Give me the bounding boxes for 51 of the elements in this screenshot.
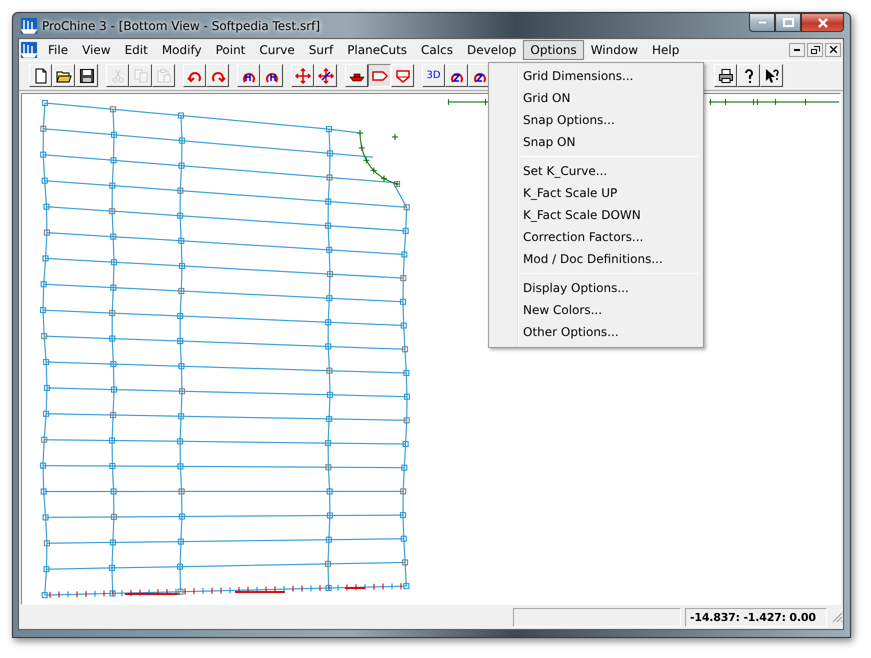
minimize-button[interactable] xyxy=(749,13,775,32)
close-button[interactable] xyxy=(825,42,841,56)
toolbar-button[interactable]: 3D xyxy=(422,64,445,87)
menu-option[interactable]: Grid Dimensions... xyxy=(491,65,701,87)
menu-item[interactable]: Calcs xyxy=(414,40,460,60)
four-way-arrow-icon xyxy=(294,68,310,84)
menu-item[interactable]: PlaneCuts xyxy=(340,40,414,60)
menu-option[interactable]: Other Options... xyxy=(491,321,701,343)
maximize-button[interactable] xyxy=(775,13,801,32)
menu-item[interactable]: Window xyxy=(584,40,646,60)
minimize-icon xyxy=(794,48,800,50)
menu-item[interactable]: Modify xyxy=(154,40,209,60)
document-logo-icon xyxy=(21,42,37,58)
clipboard-icon xyxy=(156,68,172,84)
close-icon xyxy=(830,46,836,53)
coordinates-readout: -14.837: -1.427: 0.00 xyxy=(685,608,827,626)
close-icon xyxy=(818,18,828,28)
menu-item[interactable]: Options xyxy=(523,40,584,60)
menu-option[interactable]: K_Fact Scale UP xyxy=(491,182,701,204)
minimize-button[interactable] xyxy=(789,42,805,56)
minimize-icon xyxy=(758,21,766,24)
menu-item[interactable]: Surf xyxy=(302,40,340,60)
maximize-icon xyxy=(782,18,794,27)
menu-item[interactable]: Edit xyxy=(118,40,155,60)
restore-icon xyxy=(810,46,820,54)
menu-option[interactable]: K_Fact Scale DOWN xyxy=(491,204,701,226)
menu-item[interactable]: File xyxy=(41,40,76,60)
four-way-arrow-icon xyxy=(318,68,334,84)
menu-option[interactable]: New Colors... xyxy=(491,299,701,321)
menu-item[interactable]: View xyxy=(75,40,118,60)
restore-button[interactable] xyxy=(807,42,823,56)
menu-item[interactable]: Develop xyxy=(460,40,524,60)
menu-item[interactable]: Point xyxy=(208,40,252,60)
scissors-icon xyxy=(110,68,126,84)
menu-item[interactable]: Curve xyxy=(252,40,302,60)
menu-option[interactable]: Snap Options... xyxy=(491,109,701,131)
copy-icon xyxy=(132,68,148,84)
menu-option[interactable]: Display Options... xyxy=(491,277,701,299)
blank-page-icon xyxy=(32,68,48,84)
pointer-question-icon xyxy=(764,68,780,84)
menu-option[interactable]: Set K_Curve... xyxy=(491,160,701,182)
menu-option[interactable]: Grid ON xyxy=(491,87,701,109)
window-title: ProChine 3 - [Bottom View - Softpedia Test.srf] xyxy=(42,18,320,32)
size-grip-icon xyxy=(831,611,843,623)
menu-item[interactable]: Help xyxy=(645,40,686,60)
printer-icon xyxy=(718,68,734,84)
close-button[interactable] xyxy=(801,13,844,32)
app-logo-icon xyxy=(21,18,37,34)
menu-option[interactable]: Mod / Doc Definitions... xyxy=(491,248,701,270)
menu-option[interactable]: Snap ON xyxy=(491,131,701,153)
menu-option[interactable]: Correction Factors... xyxy=(491,226,701,248)
